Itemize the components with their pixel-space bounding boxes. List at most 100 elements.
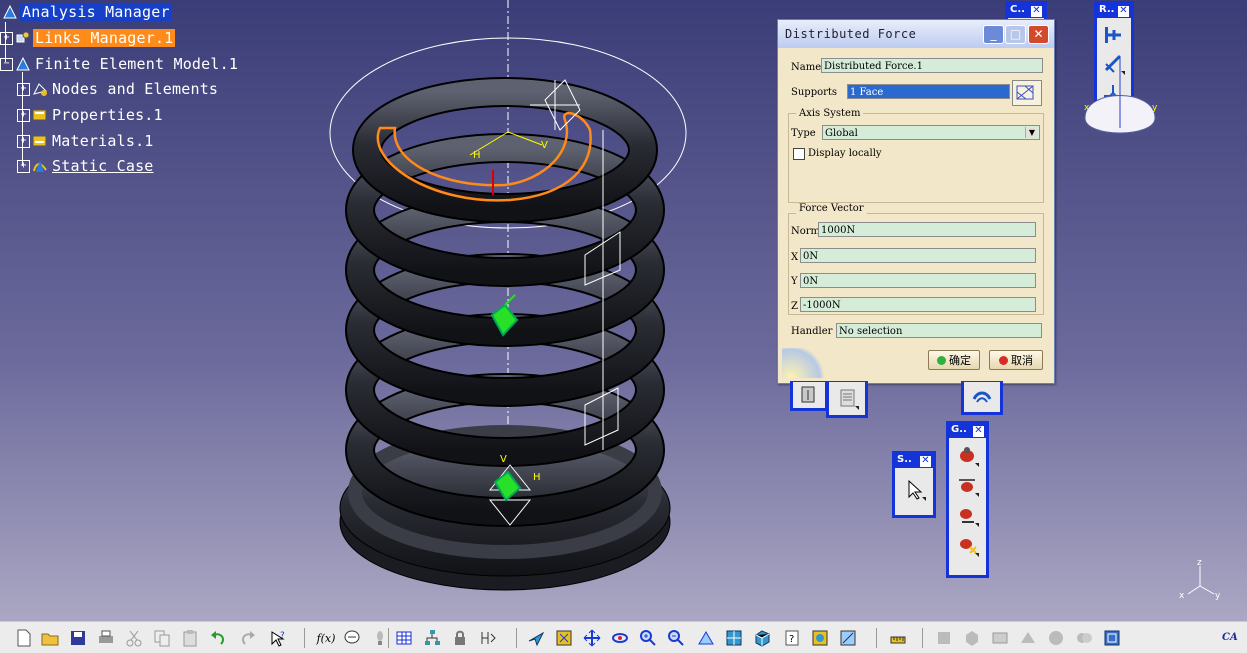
- handler-field[interactable]: No selection: [836, 323, 1042, 338]
- toolbar-c-title[interactable]: C.. ✕: [1008, 4, 1044, 18]
- ok-button[interactable]: 确定: [928, 350, 980, 370]
- restraint-clamp-icon[interactable]: [1100, 22, 1126, 48]
- cut-icon[interactable]: [124, 628, 144, 648]
- toolbar-c[interactable]: C.. ✕: [1005, 1, 1047, 19]
- type-select[interactable]: Global ▼: [822, 125, 1040, 140]
- z-field[interactable]: -1000N: [800, 297, 1036, 312]
- y-label: Y: [791, 276, 798, 287]
- knowledge-chat-icon[interactable]: [342, 628, 362, 648]
- y-field[interactable]: 0N: [800, 273, 1036, 288]
- report-icon[interactable]: [834, 385, 860, 411]
- analysis-tool-4-icon[interactable]: [1018, 628, 1038, 648]
- bug-arrow-icon[interactable]: [954, 502, 980, 528]
- analysis-tool-2-icon[interactable]: [962, 628, 982, 648]
- analysis-tool-5-icon[interactable]: [1046, 628, 1066, 648]
- iso-view-icon[interactable]: [752, 628, 772, 648]
- lock-icon[interactable]: [450, 628, 470, 648]
- table-icon[interactable]: [394, 628, 414, 648]
- zoom-in-icon[interactable]: [638, 628, 658, 648]
- print-icon[interactable]: [96, 628, 116, 648]
- analysis-tool-7-icon[interactable]: [1102, 628, 1122, 648]
- copy-icon[interactable]: [152, 628, 172, 648]
- analysis-tool-1-icon[interactable]: [934, 628, 954, 648]
- whats-this-icon[interactable]: ?: [268, 628, 288, 648]
- bug-spark-icon[interactable]: [954, 532, 980, 558]
- close-icon[interactable]: ✕: [919, 455, 932, 468]
- tree-item-materials[interactable]: + Materials.1: [17, 130, 156, 152]
- toolbar-s[interactable]: S.. ✕: [892, 451, 936, 518]
- minimize-button[interactable]: _: [983, 25, 1004, 44]
- hide-show-icon[interactable]: [838, 628, 858, 648]
- dialog-titlebar[interactable]: Distributed Force _ □ ✕: [778, 20, 1054, 48]
- measure-icon[interactable]: [888, 628, 908, 648]
- name-field[interactable]: Distributed Force.1: [821, 58, 1043, 73]
- bug-connect-icon[interactable]: [954, 472, 980, 498]
- normal-view-icon[interactable]: [696, 628, 716, 648]
- tree-item-links-manager[interactable]: + Links Manager.1: [0, 27, 176, 49]
- close-icon[interactable]: ✕: [1030, 5, 1043, 18]
- analysis-tool-3-icon[interactable]: [990, 628, 1010, 648]
- render-style-icon[interactable]: [810, 628, 830, 648]
- cancel-button[interactable]: 取消: [989, 350, 1043, 370]
- tree-item-static-case[interactable]: + Static Case: [17, 155, 156, 177]
- display-locally-checkbox[interactable]: [793, 148, 805, 160]
- expand-icon[interactable]: +: [17, 159, 30, 173]
- zoom-out-icon[interactable]: [666, 628, 686, 648]
- spring-3d-model[interactable]: H V V H: [320, 0, 740, 610]
- norm-field[interactable]: 1000N: [818, 222, 1036, 237]
- collapse-icon[interactable]: −: [0, 57, 13, 71]
- close-button[interactable]: ✕: [1028, 25, 1049, 44]
- supports-select-button[interactable]: [1012, 80, 1042, 106]
- view-query-icon[interactable]: ?: [782, 628, 802, 648]
- tree-item-finite-element-model[interactable]: − Finite Element Model.1: [0, 53, 240, 75]
- ok-label: 确定: [949, 354, 971, 367]
- bug-icon[interactable]: [954, 442, 980, 468]
- toolbar-r-title[interactable]: R.. ✕: [1097, 4, 1131, 18]
- chevron-down-icon[interactable]: ▼: [1025, 127, 1038, 138]
- x-field[interactable]: 0N: [800, 248, 1036, 263]
- toolbar-g-title[interactable]: G.. ✕: [949, 424, 986, 438]
- open-folder-icon[interactable]: [40, 628, 60, 648]
- cancel-label: 取消: [1011, 354, 1033, 367]
- undo-icon[interactable]: [208, 628, 228, 648]
- toolbar-g[interactable]: G.. ✕: [946, 421, 989, 578]
- axis-label-v: V: [541, 140, 548, 151]
- load-icon[interactable]: [969, 383, 995, 409]
- mesh-icon[interactable]: [796, 382, 822, 408]
- paste-icon[interactable]: [180, 628, 200, 648]
- new-file-icon[interactable]: [14, 628, 34, 648]
- select-arrow-icon[interactable]: [901, 476, 927, 502]
- lightbulb-icon[interactable]: [370, 628, 390, 648]
- expand-icon[interactable]: +: [17, 108, 30, 122]
- tree-item-analysis-manager[interactable]: Analysis Manager: [2, 1, 172, 23]
- supports-field[interactable]: 1 Face: [847, 84, 1010, 99]
- toolbar-load[interactable]: [961, 381, 1003, 415]
- toolbar-report[interactable]: [826, 381, 868, 418]
- hierarchy-icon[interactable]: [422, 628, 442, 648]
- formula-icon[interactable]: f(x): [314, 628, 338, 648]
- links-manager-icon: [16, 31, 30, 43]
- axis-triad: z x y: [1179, 558, 1221, 601]
- close-icon[interactable]: ✕: [972, 425, 985, 438]
- fit-all-icon[interactable]: [554, 628, 574, 648]
- tree-label: Static Case: [52, 157, 154, 175]
- close-icon[interactable]: ✕: [1117, 5, 1130, 18]
- redo-icon[interactable]: [238, 628, 258, 648]
- fly-mode-icon[interactable]: [526, 628, 546, 648]
- toolbar-mesh[interactable]: [790, 381, 828, 411]
- maximize-button[interactable]: □: [1005, 25, 1026, 44]
- distributed-force-dialog[interactable]: Distributed Force _ □ ✕ Name Distributed…: [777, 19, 1055, 384]
- tree-item-properties[interactable]: + Properties.1: [17, 104, 165, 126]
- rotate-icon[interactable]: [610, 628, 630, 648]
- save-icon[interactable]: [68, 628, 88, 648]
- pan-icon[interactable]: [582, 628, 602, 648]
- split-icon[interactable]: [478, 628, 498, 648]
- tree-item-nodes-and-elements[interactable]: + Nodes and Elements: [17, 78, 220, 100]
- compass-widget[interactable]: x y: [1080, 58, 1160, 138]
- multi-view-icon[interactable]: [724, 628, 744, 648]
- expand-icon[interactable]: +: [17, 134, 30, 148]
- toolbar-s-title[interactable]: S.. ✕: [895, 454, 933, 468]
- expand-icon[interactable]: +: [17, 82, 30, 96]
- analysis-tool-6-icon[interactable]: [1074, 628, 1094, 648]
- expand-icon[interactable]: +: [0, 31, 13, 45]
